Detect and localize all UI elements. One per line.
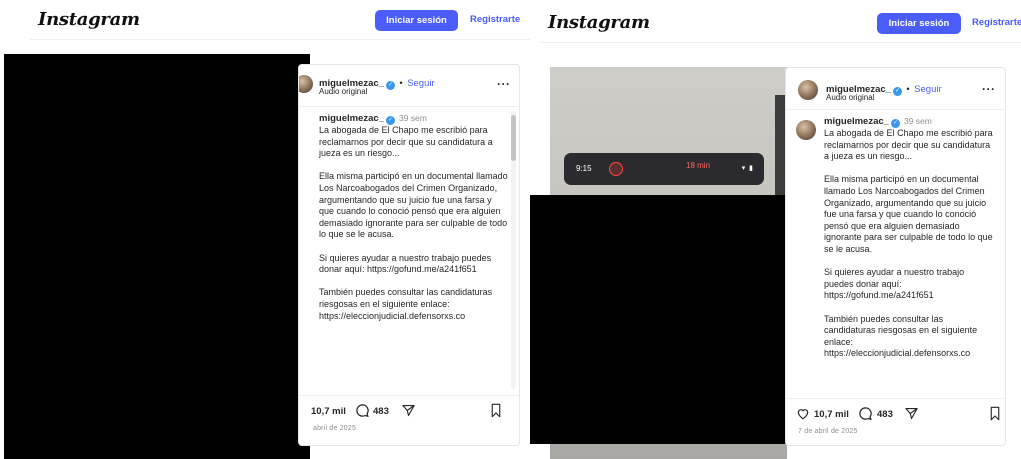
caption-text: miguelmezac_ ✓ 39 sem La abogada de El Chap… [319,113,509,334]
post-actions: 10,7 mil 483 [299,395,519,423]
caption-paragraph: La abogada de El Chapo me escribió para … [319,125,493,159]
post-sidebar: miguelmezac_ ✓ • Seguir Audio original ··… [298,64,520,446]
caption-paragraph: También puedes consultar las candidatura… [824,313,978,359]
comment-icon[interactable] [858,406,873,426]
post-header: miguelmezac_ ✓ • Seguir Audio original ··… [786,68,1005,110]
caption-username[interactable]: miguelmezac_ [319,113,384,124]
comments-count[interactable]: 483 [877,409,893,420]
top-navigation-bar: Instagram Iniciar sesión Registrarte [0,0,530,40]
verified-badge-icon: ✓ [385,81,395,90]
post-actions: 10,7 mil 483 [786,398,1005,426]
bookmark-icon[interactable] [489,403,503,423]
caption-text: miguelmezac_ ✓ 39 sem La abogada de El Chap… [824,116,995,371]
post-time-ago[interactable]: 39 sem [904,116,932,126]
more-options-icon[interactable]: ··· [982,82,996,96]
like-icon[interactable] [796,406,810,426]
verified-badge-icon: ✓ [385,116,395,125]
bookmark-icon[interactable] [988,406,1002,426]
post-sidebar: miguelmezac_ ✓ • Seguir Audio original ··… [785,67,1006,446]
separator-dot: • [399,78,403,89]
redacted-region [530,195,808,444]
post-date[interactable]: 7 de abril de 2025 [798,428,858,435]
caption-scrollbar[interactable] [511,111,516,389]
separator-dot: • [906,84,910,95]
caption-paragraph: Ella misma participó en un documental ll… [824,174,993,254]
caption-area: miguelmezac_ ✓ 39 sem La abogada de El Chap… [299,113,509,389]
verified-badge-icon: ✓ [890,119,900,128]
avatar[interactable] [798,80,818,100]
post-header: miguelmezac_ ✓ • Seguir Audio original ··… [299,65,519,107]
register-link[interactable]: Registrarte [470,14,520,25]
verified-badge-icon: ✓ [892,87,902,96]
follow-button[interactable]: Seguir [914,84,941,95]
comments-count[interactable]: 483 [373,406,389,417]
reel-video-redacted[interactable] [4,54,310,459]
comment-icon[interactable] [355,403,370,423]
share-icon[interactable] [904,406,919,426]
instagram-window-right: Instagram Iniciar sesión Registrarte 9:1… [530,0,1021,459]
register-link[interactable]: Registrarte [972,17,1021,28]
follow-button[interactable]: Seguir [407,78,434,89]
caption-area: miguelmezac_ ✓ 39 sem La abogada de El Chap… [786,116,995,392]
caption-paragraph: También puedes consultar las candidatura… [319,287,493,321]
phone-time: 9:15 [576,164,592,173]
top-navigation-bar: Instagram Iniciar sesión Registrarte [530,0,1021,40]
login-button[interactable]: Iniciar sesión [877,13,961,34]
likes-count[interactable]: 10,7 mil [814,409,849,420]
post-date[interactable]: abril de 2025 [313,425,356,432]
caption-username[interactable]: miguelmezac_ [824,116,889,127]
likes-count[interactable]: 10,7 mil [311,406,346,417]
share-icon[interactable] [401,403,416,423]
caption-paragraph: Si quieres ayudar a nuestro trabajo pued… [824,267,965,301]
header-divider [540,42,1021,43]
caption-paragraph: Si quieres ayudar a nuestro trabajo pued… [319,252,492,275]
post-time-ago[interactable]: 39 sem [399,113,427,123]
instagram-logo[interactable]: Instagram [38,9,140,30]
phone-timer-pill: 18 min [686,161,711,170]
record-indicator-icon [609,162,623,176]
phone-status-overlay: 9:15 18 min ▾ ▮ [564,153,764,185]
instagram-logo[interactable]: Instagram [548,12,650,33]
caption-avatar[interactable] [796,120,816,140]
caption-paragraph: Ella misma participó en un documental ll… [319,171,508,240]
instagram-window-left: Instagram Iniciar sesión Registrarte mig… [0,0,530,459]
more-options-icon[interactable]: ··· [497,77,511,91]
avatar[interactable] [299,75,313,93]
login-button[interactable]: Iniciar sesión [375,10,458,31]
phone-status-icons: ▾ ▮ [741,165,754,172]
header-divider [30,39,530,40]
audio-original-link[interactable]: Audio original [319,87,367,96]
audio-original-link[interactable]: Audio original [826,93,874,102]
scrollbar-thumb[interactable] [511,115,516,161]
caption-paragraph: La abogada de El Chapo me escribió para … [824,128,993,162]
